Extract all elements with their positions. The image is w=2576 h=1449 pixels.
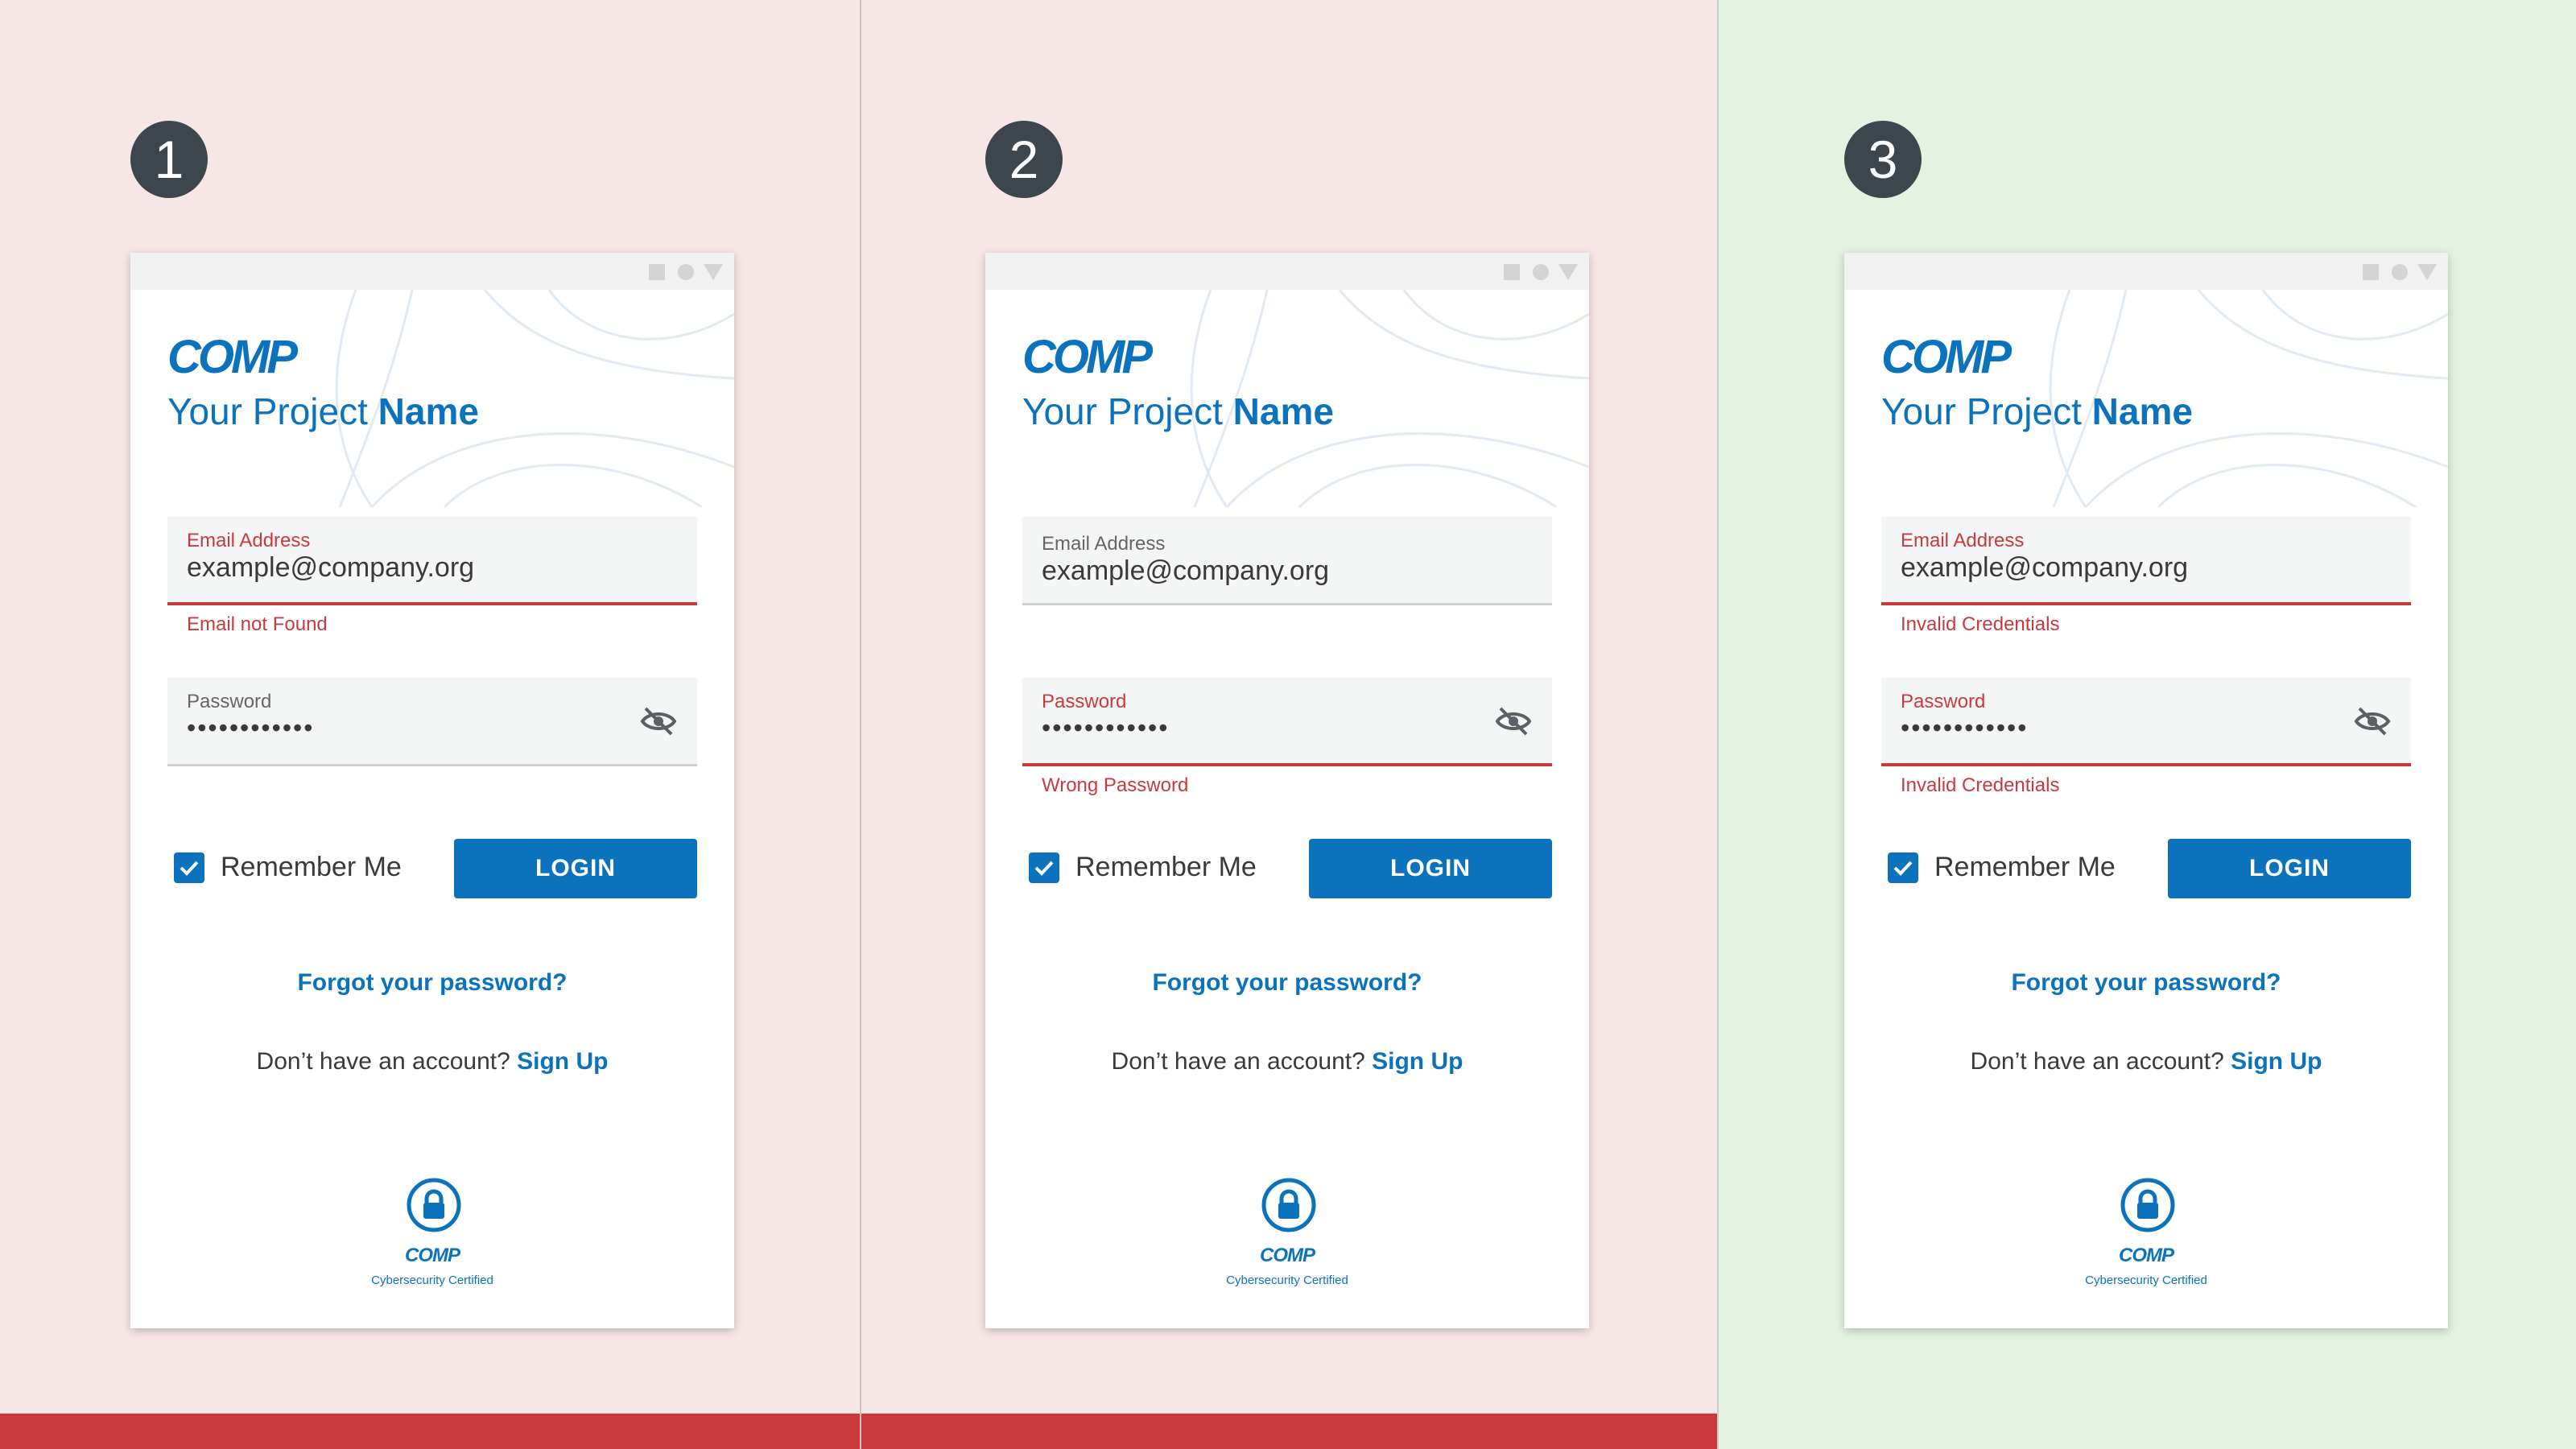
- password-field-value[interactable]: ••••••••••••: [187, 713, 314, 743]
- step-number-badge: 2: [985, 121, 1063, 198]
- signup-prompt-text: Don’t have an account?: [256, 1048, 510, 1075]
- password-field-value[interactable]: ••••••••••••: [1901, 713, 2028, 743]
- error-status-bar: [0, 1414, 860, 1449]
- signup-prompt-text: Don’t have an account?: [1970, 1048, 2224, 1075]
- certification-caption: Cybersecurity Certified: [1226, 1274, 1348, 1287]
- email-error-message: Invalid Credentials: [1901, 613, 2060, 635]
- email-field[interactable]: Email Address example@company.org: [1022, 517, 1552, 605]
- password-error-message: Invalid Credentials: [1901, 774, 2060, 796]
- window-titlebar: [130, 253, 734, 290]
- project-title: Your Project Name: [167, 390, 479, 433]
- login-window: COMP Your Project Name Email Address exa…: [130, 253, 734, 1328]
- eye-off-icon[interactable]: [639, 705, 678, 737]
- project-title-name: Name: [378, 390, 479, 432]
- eye-off-icon[interactable]: [1494, 705, 1533, 737]
- signup-prompt: Don’t have an account? Sign Up: [985, 1048, 1589, 1075]
- checkmark-icon: [1893, 861, 1913, 876]
- login-button[interactable]: LOGIN: [454, 839, 697, 898]
- certification-badge-name: COMP: [405, 1245, 460, 1266]
- certification-badge-name: COMP: [2119, 1245, 2174, 1266]
- window-triangle-icon[interactable]: [2417, 264, 2437, 280]
- forgot-password-link[interactable]: Forgot your password?: [130, 969, 734, 997]
- checkmark-icon: [180, 861, 199, 876]
- project-title-prefix: Your Project: [167, 390, 368, 432]
- window-circle-icon[interactable]: [1533, 264, 1549, 280]
- email-error-message: Email not Found: [187, 613, 328, 635]
- panel-step-1: 1 COMP Your Project Name Email Address e…: [0, 0, 860, 1449]
- signup-prompt: Don’t have an account? Sign Up: [1844, 1048, 2448, 1075]
- email-field[interactable]: Email Address example@company.org: [1881, 517, 2411, 605]
- forgot-password-link[interactable]: Forgot your password?: [1844, 969, 2448, 997]
- window-square-icon[interactable]: [1504, 264, 1520, 280]
- project-title-prefix: Your Project: [1022, 390, 1223, 432]
- email-field-value[interactable]: example@company.org: [1901, 552, 2188, 584]
- signup-link[interactable]: Sign Up: [1372, 1048, 1463, 1075]
- project-title-prefix: Your Project: [1881, 390, 2082, 432]
- remember-me-checkbox[interactable]: [1888, 852, 1918, 883]
- password-error-message: Wrong Password: [1042, 774, 1189, 796]
- project-title: Your Project Name: [1881, 390, 2193, 433]
- panel-step-2: 2 COMP Your Project Name Email Address e…: [861, 0, 1717, 1449]
- lock-icon: [2120, 1178, 2175, 1232]
- certification-caption: Cybersecurity Certified: [2085, 1274, 2207, 1287]
- window-triangle-icon[interactable]: [1558, 264, 1578, 280]
- certification-caption: Cybersecurity Certified: [371, 1274, 493, 1287]
- forgot-password-link[interactable]: Forgot your password?: [985, 969, 1589, 997]
- password-field[interactable]: Password ••••••••••••: [1881, 678, 2411, 766]
- window-triangle-icon[interactable]: [704, 264, 723, 280]
- password-field-label: Password: [1042, 691, 1127, 712]
- remember-me-label: Remember Me: [1075, 852, 1257, 882]
- window-titlebar: [1844, 253, 2448, 290]
- lock-icon: [407, 1178, 461, 1232]
- step-number-badge: 1: [130, 121, 208, 198]
- project-title-name: Name: [2091, 390, 2193, 432]
- login-button[interactable]: LOGIN: [2168, 839, 2411, 898]
- signup-prompt: Don’t have an account? Sign Up: [130, 1048, 734, 1075]
- panel-step-3: 3 COMP Your Project Name Email Address e…: [1719, 0, 2576, 1449]
- window-square-icon[interactable]: [2363, 264, 2379, 280]
- company-logo: COMP: [1881, 331, 2012, 383]
- window-circle-icon[interactable]: [2392, 264, 2408, 280]
- email-field-label: Email Address: [187, 530, 311, 551]
- signup-link[interactable]: Sign Up: [517, 1048, 608, 1075]
- signup-link[interactable]: Sign Up: [2231, 1048, 2322, 1075]
- login-window: COMP Your Project Name Email Address exa…: [1844, 253, 2448, 1328]
- eye-off-icon[interactable]: [2353, 705, 2392, 737]
- remember-me-checkbox[interactable]: [174, 852, 204, 883]
- remember-me-label: Remember Me: [1934, 852, 2116, 882]
- signup-prompt-text: Don’t have an account?: [1111, 1048, 1365, 1075]
- login-window: COMP Your Project Name Email Address exa…: [985, 253, 1589, 1328]
- password-field-value[interactable]: ••••••••••••: [1042, 713, 1169, 743]
- password-field-label: Password: [1901, 691, 1986, 712]
- email-field-value[interactable]: example@company.org: [1042, 555, 1329, 587]
- email-field-label: Email Address: [1042, 533, 1166, 555]
- email-field-label: Email Address: [1901, 530, 2025, 551]
- company-logo: COMP: [1022, 331, 1153, 383]
- password-field[interactable]: Password ••••••••••••: [167, 678, 697, 766]
- error-status-bar: [861, 1414, 1717, 1449]
- window-titlebar: [985, 253, 1589, 290]
- email-field-value[interactable]: example@company.org: [187, 552, 474, 584]
- company-logo: COMP: [167, 331, 298, 383]
- remember-me-label: Remember Me: [221, 852, 402, 882]
- password-field[interactable]: Password ••••••••••••: [1022, 678, 1552, 766]
- project-title: Your Project Name: [1022, 390, 1334, 433]
- window-square-icon[interactable]: [649, 264, 665, 280]
- email-field[interactable]: Email Address example@company.org: [167, 517, 697, 605]
- step-number-badge: 3: [1844, 121, 1922, 198]
- checkmark-icon: [1034, 861, 1054, 876]
- remember-me-checkbox[interactable]: [1029, 852, 1059, 883]
- password-field-label: Password: [187, 691, 272, 712]
- window-circle-icon[interactable]: [678, 264, 694, 280]
- project-title-name: Name: [1232, 390, 1334, 432]
- lock-icon: [1261, 1178, 1316, 1232]
- login-button[interactable]: LOGIN: [1309, 839, 1552, 898]
- certification-badge-name: COMP: [1260, 1245, 1315, 1266]
